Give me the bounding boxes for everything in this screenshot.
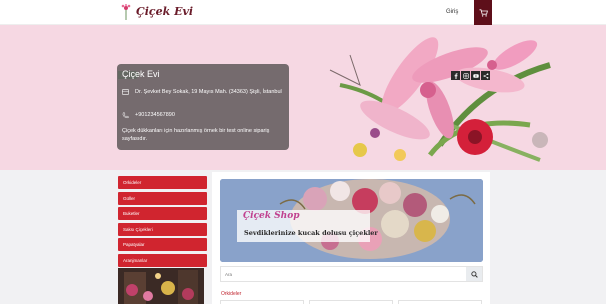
top-navbar: Çiçek Evi Giriş — [0, 0, 606, 25]
instagram-icon[interactable] — [461, 71, 470, 80]
banner-title: Çiçek Shop — [243, 211, 300, 221]
sidebar-item-buketler[interactable]: Buketler — [118, 207, 207, 221]
sidebar-item-papatyalar[interactable]: Papatyalar — [118, 238, 207, 252]
logo-text: Çiçek Evi — [136, 5, 194, 18]
sidebar-item-aranjmanlar[interactable]: Aranjmanlar — [118, 253, 207, 267]
cart-icon — [479, 8, 488, 17]
hero-banner: Açık Çiçek Evi Dr. Şevket Bey Sokak, 19 … — [0, 25, 606, 170]
search-input[interactable] — [225, 270, 455, 279]
category-sidebar: Orkideler Güller Buketler Saksı Çiçekler… — [118, 176, 207, 270]
product-card[interactable] — [398, 300, 482, 304]
cart-button[interactable] — [474, 0, 492, 25]
youtube-icon[interactable] — [471, 71, 480, 80]
search-button[interactable] — [466, 267, 482, 281]
social-links — [451, 71, 490, 80]
shop-info-card: Çiçek Evi Dr. Şevket Bey Sokak, 19 Mayıs… — [117, 64, 289, 150]
shop-address: Dr. Şevket Bey Sokak, 19 Mayıs Mah. (343… — [135, 89, 282, 95]
shop-phone[interactable]: +901234567890 — [135, 112, 175, 118]
shop-storefront-image — [118, 268, 204, 304]
sidebar-item-guller[interactable]: Güller — [118, 191, 207, 205]
section-title: Orkideler — [221, 291, 242, 297]
phone-icon — [122, 112, 129, 119]
share-icon[interactable] — [481, 71, 490, 80]
product-card[interactable] — [309, 300, 393, 304]
sidebar-item-orkideler[interactable]: Orkideler — [118, 176, 207, 189]
sidebar-item-saksi-cicekleri[interactable]: Saksı Çiçekleri — [118, 222, 207, 236]
product-card[interactable] — [220, 300, 304, 304]
login-link[interactable]: Giriş — [446, 9, 458, 15]
hero-flowers-image — [329, 37, 551, 162]
map-icon — [122, 89, 129, 95]
facebook-icon[interactable] — [451, 71, 460, 80]
search-icon — [470, 270, 478, 278]
search-bar — [220, 266, 483, 282]
shop-description: Çiçek dükkanları için hazırlanmış örnek … — [122, 128, 270, 142]
logo[interactable]: Çiçek Evi — [118, 4, 193, 22]
banner-subtitle: Sevdiklerinize kucak dolusu çiçekler — [244, 229, 378, 237]
shop-name: Çiçek Evi — [122, 69, 160, 79]
flower-logo-icon — [121, 4, 131, 20]
